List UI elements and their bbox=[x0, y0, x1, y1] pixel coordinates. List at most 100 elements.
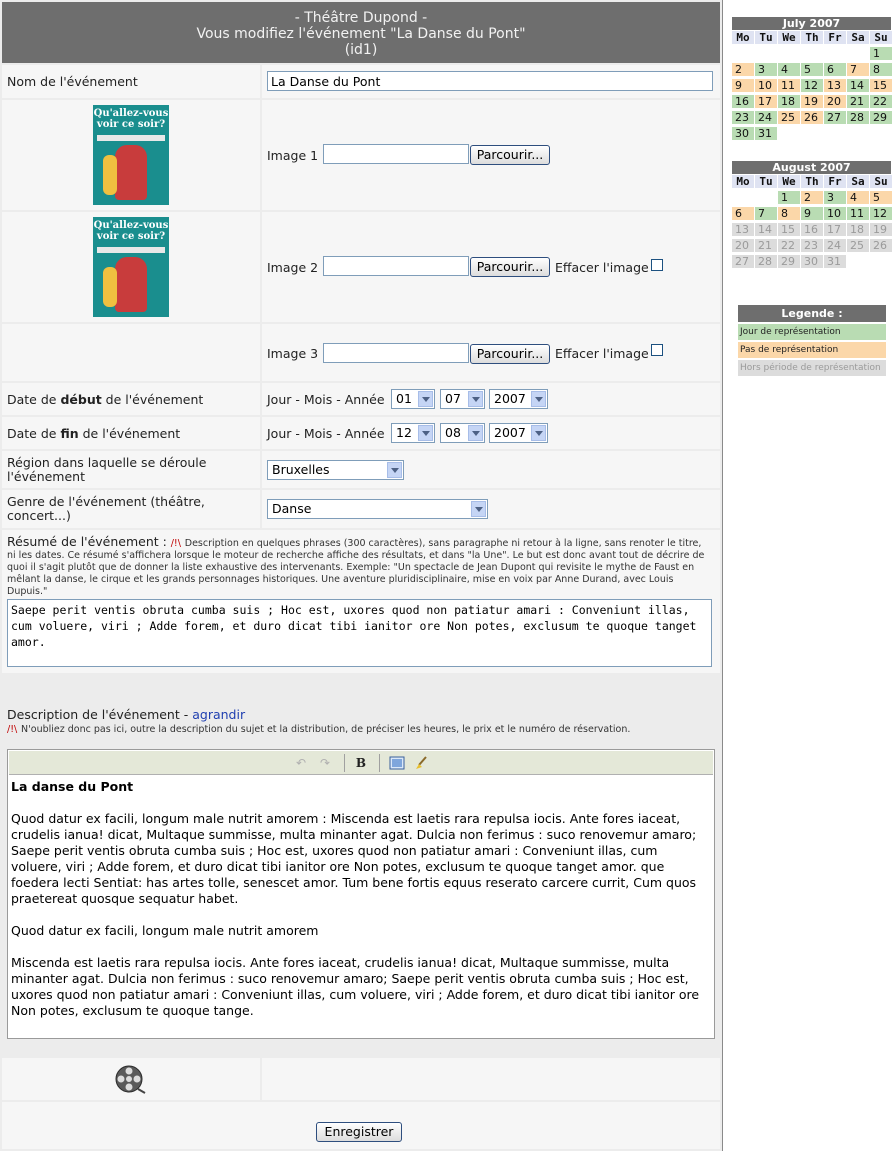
calendar-day[interactable]: 6 bbox=[732, 207, 754, 220]
calendar-day[interactable]: 3 bbox=[755, 63, 777, 76]
calendar-day[interactable]: 21 bbox=[755, 239, 777, 252]
start-year-select[interactable]: 2007 bbox=[489, 389, 548, 409]
calendar-day[interactable]: 9 bbox=[732, 79, 754, 92]
calendar-day[interactable]: 20 bbox=[732, 239, 754, 252]
calendar-day[interactable]: 7 bbox=[847, 63, 869, 76]
image2-file-input[interactable] bbox=[323, 256, 469, 276]
calendar-day[interactable]: 26 bbox=[870, 239, 892, 252]
calendar-day[interactable]: 23 bbox=[801, 239, 823, 252]
calendar-day[interactable]: 23 bbox=[732, 111, 754, 124]
description-row: Description de l'événement - agrandir /!… bbox=[2, 675, 720, 1056]
calendar-day[interactable]: 15 bbox=[778, 223, 800, 236]
calendar-day[interactable]: 31 bbox=[755, 127, 777, 140]
image-icon[interactable] bbox=[389, 755, 405, 771]
calendar-day[interactable]: 2 bbox=[732, 63, 754, 76]
calendar-day[interactable]: 7 bbox=[755, 207, 777, 220]
start-date-row: Date de début de l'événement Jour - Mois… bbox=[2, 383, 720, 415]
image1-file-input[interactable] bbox=[323, 144, 469, 164]
calendar-day[interactable]: 14 bbox=[847, 79, 869, 92]
calendar-day[interactable]: 22 bbox=[778, 239, 800, 252]
calendar-day[interactable]: 9 bbox=[801, 207, 823, 220]
summary-textarea[interactable]: Saepe perit ventis obruta cumba suis ; H… bbox=[7, 599, 712, 667]
calendar-day[interactable]: 26 bbox=[801, 111, 823, 124]
end-day-select[interactable]: 12 bbox=[391, 423, 435, 443]
film-reel-icon[interactable] bbox=[114, 1063, 146, 1098]
calendar-day[interactable]: 10 bbox=[824, 207, 846, 220]
calendar-august-title: August 2007 bbox=[732, 161, 891, 174]
calendar-day[interactable]: 8 bbox=[778, 207, 800, 220]
calendar-day[interactable]: 4 bbox=[847, 191, 869, 204]
region-select[interactable]: Bruxelles bbox=[267, 460, 404, 480]
weekday-header: Mo bbox=[732, 31, 754, 44]
end-month-select[interactable]: 08 bbox=[440, 423, 485, 443]
image2-delete-checkbox[interactable] bbox=[651, 259, 663, 271]
save-button[interactable]: Enregistrer bbox=[316, 1122, 402, 1142]
calendar-day[interactable]: 16 bbox=[732, 95, 754, 108]
calendar-day[interactable]: 13 bbox=[824, 79, 846, 92]
calendar-empty-cell bbox=[732, 191, 754, 204]
end-year-select[interactable]: 2007 bbox=[489, 423, 548, 443]
calendar-day[interactable]: 27 bbox=[732, 255, 754, 268]
calendar-day[interactable]: 20 bbox=[824, 95, 846, 108]
calendar-day[interactable]: 25 bbox=[778, 111, 800, 124]
calendar-day[interactable]: 22 bbox=[870, 95, 892, 108]
calendar-day[interactable]: 1 bbox=[870, 47, 892, 60]
start-month-select[interactable]: 07 bbox=[440, 389, 485, 409]
calendar-day[interactable]: 5 bbox=[801, 63, 823, 76]
page-title: Vous modifiez l'événement "La Danse du P… bbox=[196, 26, 526, 42]
calendar-day[interactable]: 10 bbox=[755, 79, 777, 92]
enlarge-link[interactable]: agrandir bbox=[192, 707, 245, 722]
calendar-day[interactable]: 6 bbox=[824, 63, 846, 76]
calendar-day[interactable]: 27 bbox=[824, 111, 846, 124]
name-input[interactable]: La Danse du Pont bbox=[267, 71, 713, 91]
calendar-day[interactable]: 19 bbox=[801, 95, 823, 108]
calendar-day[interactable]: 12 bbox=[801, 79, 823, 92]
calendar-day[interactable]: 31 bbox=[824, 255, 846, 268]
calendar-day[interactable]: 18 bbox=[847, 223, 869, 236]
clean-icon[interactable] bbox=[413, 755, 429, 771]
calendar-day[interactable]: 17 bbox=[824, 223, 846, 236]
undo-icon[interactable]: ↶ bbox=[293, 755, 309, 771]
image2-browse-button[interactable]: Parcourir... bbox=[470, 257, 550, 277]
calendar-day[interactable]: 28 bbox=[847, 111, 869, 124]
calendar-day[interactable]: 30 bbox=[801, 255, 823, 268]
calendar-day[interactable]: 28 bbox=[755, 255, 777, 268]
calendar-day[interactable]: 29 bbox=[778, 255, 800, 268]
bold-icon[interactable]: B bbox=[353, 755, 369, 771]
calendar-day[interactable]: 18 bbox=[778, 95, 800, 108]
calendar-day[interactable]: 2 bbox=[801, 191, 823, 204]
page-header: - Théâtre Dupond - Vous modifiez l'événe… bbox=[2, 2, 720, 63]
calendar-day[interactable]: 1 bbox=[778, 191, 800, 204]
calendar-day[interactable]: 21 bbox=[847, 95, 869, 108]
start-day-select[interactable]: 01 bbox=[391, 389, 435, 409]
description-title: La danse du Pont bbox=[11, 779, 134, 794]
calendar-august: August 2007 Mo Tu We Th Fr Sa Su 1 2 3 4 5 6 7 8 9 10 11 1… bbox=[732, 161, 892, 268]
editor-content[interactable]: La danse du Pont Quod datur ex facili, l… bbox=[11, 779, 708, 1019]
calendar-day[interactable]: 30 bbox=[732, 127, 754, 140]
calendar-day[interactable]: 4 bbox=[778, 63, 800, 76]
calendar-day[interactable]: 3 bbox=[824, 191, 846, 204]
calendar-day[interactable]: 12 bbox=[870, 207, 892, 220]
calendar-day[interactable]: 24 bbox=[824, 239, 846, 252]
calendar-day[interactable]: 16 bbox=[801, 223, 823, 236]
redo-icon[interactable]: ↷ bbox=[317, 755, 333, 771]
calendar-day[interactable]: 11 bbox=[778, 79, 800, 92]
genre-select[interactable]: Danse bbox=[267, 499, 488, 519]
poster-image-1: Qu'allez-vous voir ce soir? bbox=[93, 105, 169, 205]
image3-delete-checkbox[interactable] bbox=[651, 344, 663, 356]
calendar-day[interactable]: 29 bbox=[870, 111, 892, 124]
calendar-day[interactable]: 19 bbox=[870, 223, 892, 236]
image3-browse-button[interactable]: Parcourir... bbox=[470, 344, 550, 364]
calendar-day[interactable]: 8 bbox=[870, 63, 892, 76]
image1-browse-button[interactable]: Parcourir... bbox=[470, 145, 550, 165]
calendar-day[interactable]: 15 bbox=[870, 79, 892, 92]
calendar-day[interactable]: 25 bbox=[847, 239, 869, 252]
calendar-day[interactable]: 17 bbox=[755, 95, 777, 108]
calendar-day[interactable]: 24 bbox=[755, 111, 777, 124]
end-date-row: Date de fin de l'événement Jour - Mois -… bbox=[2, 417, 720, 449]
calendar-day[interactable]: 14 bbox=[755, 223, 777, 236]
calendar-day[interactable]: 13 bbox=[732, 223, 754, 236]
calendar-day[interactable]: 5 bbox=[870, 191, 892, 204]
image3-file-input[interactable] bbox=[323, 343, 469, 363]
calendar-day[interactable]: 11 bbox=[847, 207, 869, 220]
